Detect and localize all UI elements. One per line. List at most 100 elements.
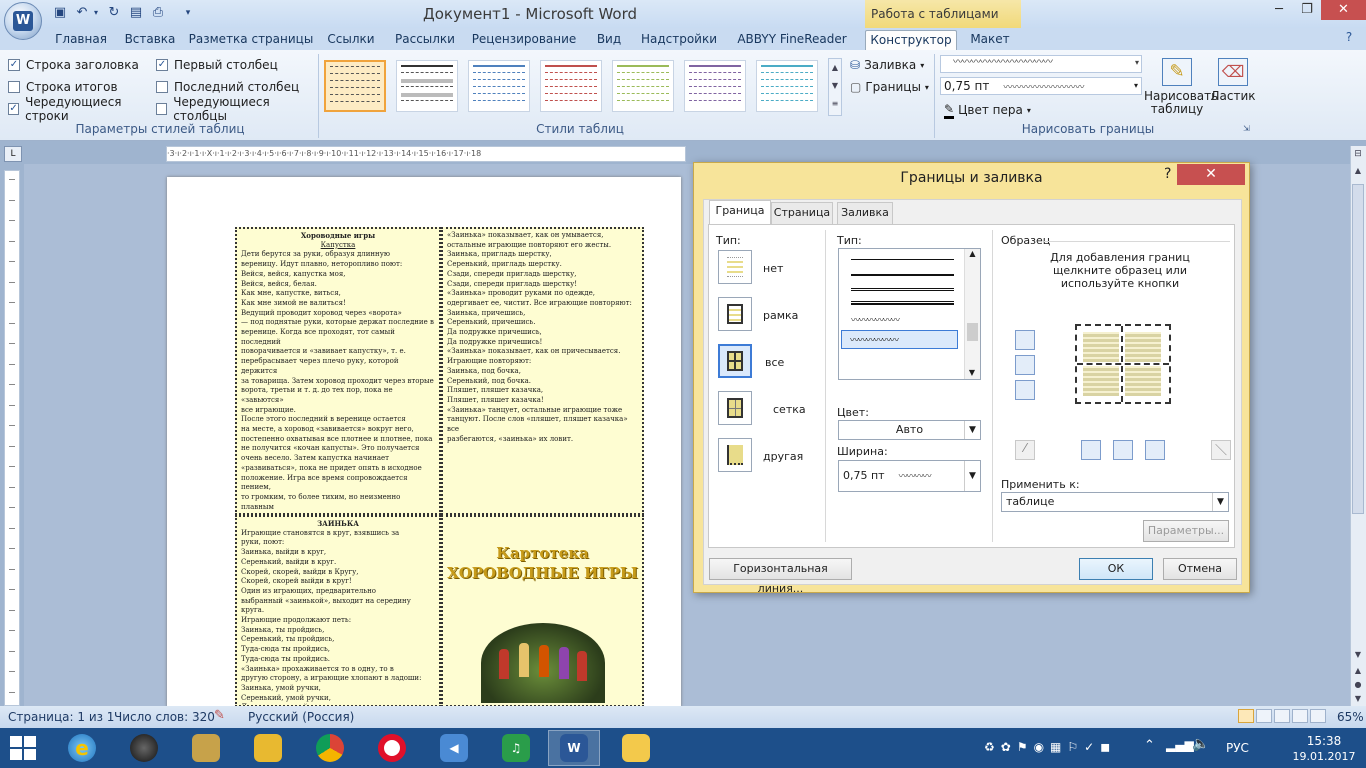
table-style-5[interactable] xyxy=(612,60,674,112)
ok-button[interactable]: ОК xyxy=(1079,558,1153,580)
page-count[interactable]: Страница: 1 из 1 xyxy=(8,710,114,724)
tray-date[interactable]: 19.01.2017 xyxy=(1290,750,1358,763)
tab-border[interactable]: Граница xyxy=(709,200,771,224)
table-style-6[interactable] xyxy=(684,60,746,112)
table-style-2[interactable] xyxy=(396,60,458,112)
inside-vertical-border-button[interactable] xyxy=(1113,440,1133,460)
tab-references[interactable]: Ссылки xyxy=(322,30,380,50)
tab-insert[interactable]: Вставка xyxy=(120,30,180,50)
table-style-7[interactable] xyxy=(756,60,818,112)
tray-network-icon[interactable]: ▂▄▆ xyxy=(1166,738,1194,752)
save-icon[interactable]: ▣ xyxy=(52,5,68,21)
eraser-button[interactable]: ⌫ Ластик xyxy=(1210,56,1256,120)
line-style-thin-thick[interactable] xyxy=(851,301,954,305)
office-button[interactable]: W xyxy=(4,2,42,40)
close-window-icon[interactable]: ✕ xyxy=(1321,0,1366,20)
dialog-help-icon[interactable]: ? xyxy=(1164,166,1171,182)
top-border-button[interactable] xyxy=(1015,330,1035,350)
dialog-close-icon[interactable]: ✕ xyxy=(1177,164,1245,185)
tray-volume-icon[interactable]: 🔈 xyxy=(1192,736,1209,752)
ruler-toggle-icon[interactable]: ⊟ xyxy=(1350,146,1366,162)
pen-style-combo[interactable]: 〰〰〰〰〰〰〰〰〰〰〰 ▾ xyxy=(940,55,1142,73)
previous-page-icon[interactable]: ▲ xyxy=(1352,666,1364,678)
table-style-4[interactable] xyxy=(540,60,602,112)
tab-mailings[interactable]: Рассылки xyxy=(390,30,460,50)
tab-design[interactable]: Конструктор xyxy=(865,30,957,50)
tray-language[interactable]: РУС xyxy=(1226,741,1249,755)
tray-time[interactable]: 15:38 xyxy=(1296,734,1352,748)
undo-icon[interactable]: ↶ xyxy=(74,5,90,21)
setting-custom-button[interactable] xyxy=(718,438,752,472)
line-style-double-wavy-selected[interactable]: 〰〰〰〰〰〰 xyxy=(841,330,958,349)
setting-none-button[interactable] xyxy=(718,250,752,284)
taskbar-opera[interactable] xyxy=(366,730,418,766)
tab-abbyy[interactable]: ABBYY FineReader 12 xyxy=(728,30,856,64)
border-preview[interactable] xyxy=(1075,324,1171,404)
horizontal-ruler[interactable]: ·3·ı·2·ı·1·ı·X·ı·1·ı·2·ı·3·ı·4·ı·5·ı·6·ı… xyxy=(166,146,686,162)
table-cell-zainka-cont[interactable]: «Заинька» показывает, как он умывается, о… xyxy=(441,227,644,515)
cancel-button[interactable]: Отмена xyxy=(1163,558,1237,580)
scroll-down-icon[interactable]: ▼ xyxy=(1352,650,1364,662)
tab-shading[interactable]: Заливка xyxy=(837,202,893,224)
browse-object-icon[interactable]: ● xyxy=(1352,680,1364,692)
banded-rows-checkbox[interactable]: ✓ Чередующиеся строки xyxy=(8,95,156,123)
zoom-level[interactable]: 65% xyxy=(1337,710,1364,724)
scroll-down-icon[interactable]: ▼ xyxy=(965,368,979,377)
first-column-checkbox[interactable]: ✓ Первый столбец xyxy=(156,56,316,74)
bottom-border-button[interactable] xyxy=(1015,380,1035,400)
line-style-double[interactable] xyxy=(851,288,954,291)
tab-review[interactable]: Рецензирование xyxy=(470,30,578,50)
shading-button[interactable]: ⛁ Заливка ▾ xyxy=(850,56,930,74)
table-style-1[interactable] xyxy=(324,60,386,112)
print-icon[interactable]: ⎙ xyxy=(150,5,166,21)
setting-all-button[interactable] xyxy=(718,344,752,378)
next-page-icon[interactable]: ▼ xyxy=(1352,694,1364,706)
taskbar-app4[interactable] xyxy=(242,730,294,766)
header-row-checkbox[interactable]: ✓ Строка заголовка xyxy=(8,56,156,74)
view-web-icon[interactable] xyxy=(1274,709,1290,723)
borders-button[interactable]: ▢ Границы ▾ xyxy=(850,78,930,96)
redo-icon[interactable]: ↻ xyxy=(106,5,122,21)
tab-selector[interactable]: L xyxy=(4,146,22,162)
table-style-3[interactable] xyxy=(468,60,530,112)
banded-columns-checkbox[interactable]: Чередующиеся столбцы xyxy=(156,95,316,123)
width-combo[interactable]: 0,75 пт 〰〰〰〰 ▼ xyxy=(838,460,981,492)
scroll-up-icon[interactable]: ▲ xyxy=(1352,166,1364,178)
taskbar-chrome[interactable] xyxy=(304,730,356,766)
minimize-icon[interactable]: ─ xyxy=(1265,0,1293,20)
taskbar-explorer[interactable] xyxy=(610,730,662,766)
setting-grid-button[interactable] xyxy=(718,391,752,425)
taskbar-volume-app[interactable]: ◀ xyxy=(428,730,480,766)
color-combo[interactable]: Авто ▼ xyxy=(838,420,981,440)
styles-scroll[interactable]: ▲ ▼ ≡ xyxy=(828,58,842,116)
table-cell-zainka[interactable]: ЗАИНЬКА Играющие становятся в круг, взяв… xyxy=(235,515,441,707)
language-status[interactable]: Русский (Россия) xyxy=(248,710,354,724)
right-border-button[interactable] xyxy=(1145,440,1165,460)
line-style-thick[interactable] xyxy=(851,274,954,276)
horizontal-line-button[interactable]: Горизонтальная линия... xyxy=(709,558,852,595)
diagonal-up-border-button[interactable]: ⁄ xyxy=(1015,440,1035,460)
view-full-screen-icon[interactable] xyxy=(1256,709,1272,723)
table-cell-kapustka[interactable]: Хороводные игры Капустка Дети берутся за… xyxy=(235,227,441,515)
word-count[interactable]: Число слов: 320 xyxy=(114,710,215,724)
tab-page-border[interactable]: Страница xyxy=(771,202,833,224)
draw-table-button[interactable]: ✎ Нарисовать таблицу xyxy=(1144,56,1218,120)
tab-view[interactable]: Вид xyxy=(588,30,630,50)
line-style-wavy[interactable]: 〰〰〰〰〰〰 xyxy=(851,313,954,326)
pen-weight-combo[interactable]: 0,75 пт 〰〰〰〰〰〰〰〰〰 ▾ xyxy=(940,77,1142,95)
vertical-ruler[interactable] xyxy=(4,170,20,706)
pen-color-button[interactable]: ✎ Цвет пера ▾ xyxy=(944,101,1064,119)
spelling-check-icon[interactable]: ✎ xyxy=(214,708,225,723)
view-outline-icon[interactable] xyxy=(1292,709,1308,723)
windows-start-icon[interactable] xyxy=(10,736,36,760)
tab-layout[interactable]: Макет xyxy=(962,30,1018,50)
tab-home[interactable]: Главная xyxy=(48,30,114,50)
table-cell-card[interactable]: Картотека ХОРОВОДНЫЕ ИГРЫ xyxy=(441,515,644,707)
diagonal-down-border-button[interactable]: ＼ xyxy=(1211,440,1231,460)
taskbar-word[interactable]: W xyxy=(548,730,600,766)
undo-dropdown-icon[interactable]: ▾ xyxy=(92,5,100,21)
taskbar-media[interactable] xyxy=(118,730,170,766)
inside-horizontal-border-button[interactable] xyxy=(1015,355,1035,375)
tab-addins[interactable]: Надстройки xyxy=(640,30,718,50)
line-style-list[interactable]: 〰〰〰〰〰〰 〰〰〰〰〰〰 ▲ ▼ xyxy=(838,248,981,380)
